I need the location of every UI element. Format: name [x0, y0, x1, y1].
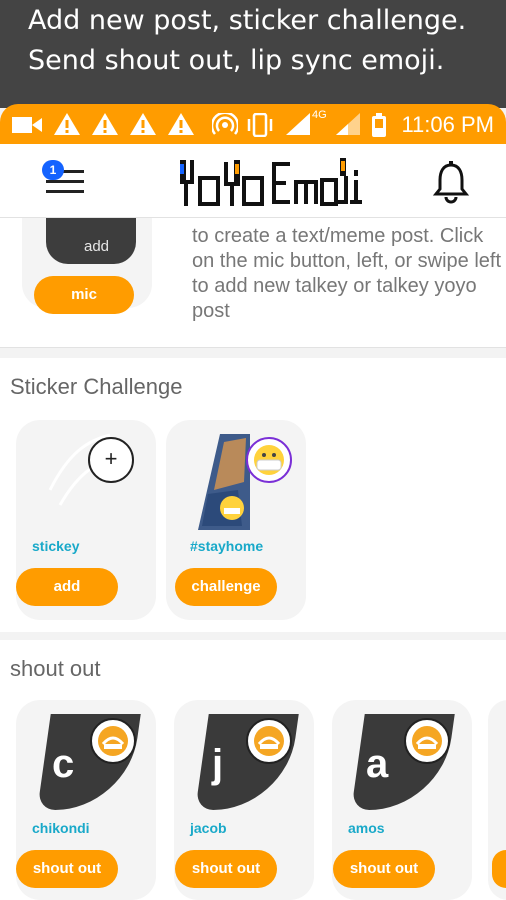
warning-icon — [54, 113, 80, 135]
shout-out-name: chikondi — [32, 820, 90, 836]
instructions-text: to create a text/meme post. Click on the… — [192, 225, 502, 322]
sticker-name: #stayhome — [190, 538, 264, 554]
stayhome-photo — [198, 434, 250, 530]
hotspot-icon — [212, 113, 238, 135]
signal-icon — [336, 113, 360, 135]
emoji-ring — [246, 718, 292, 764]
menu-line — [46, 190, 84, 193]
orange-emoji-icon — [412, 726, 442, 756]
avatar-letter: c — [52, 742, 75, 786]
mic-button[interactable]: mic — [34, 276, 134, 314]
shout-out-button-partial[interactable] — [492, 850, 506, 888]
status-time: 11:06 PM — [401, 112, 494, 137]
vibrate-icon — [247, 113, 273, 137]
shout-out-name: amos — [348, 820, 385, 836]
warning-icon — [92, 113, 118, 135]
avatar-letter: a — [366, 742, 389, 786]
warning-icon — [130, 113, 156, 135]
warning-icon — [168, 113, 194, 135]
caption-line-2: Send shout out, lip sync emoji. — [28, 45, 445, 76]
shout-out-title: shout out — [10, 656, 101, 681]
caption-banner: Add new post, sticker challenge. Send sh… — [0, 0, 506, 108]
yoyo-emoji-logo — [180, 158, 362, 206]
shout-out-button[interactable]: shout out — [175, 850, 277, 888]
add-sticker-icon[interactable]: + — [88, 437, 134, 483]
emoji-ring — [404, 718, 450, 764]
shout-out-button[interactable]: shout out — [333, 850, 435, 888]
network-type: 4G — [312, 109, 327, 121]
shout-out-button[interactable]: shout out — [16, 850, 118, 888]
shout-out-name: jacob — [190, 820, 227, 836]
menu-badge: 1 — [42, 160, 64, 180]
status-bar: 4G 11:06 PM — [0, 104, 506, 144]
challenge-emoji-ring — [246, 437, 292, 483]
orange-emoji-icon — [98, 726, 128, 756]
menu-line — [46, 180, 84, 183]
orange-emoji-icon — [254, 726, 284, 756]
sticker-name: stickey — [32, 538, 80, 554]
video-icon — [12, 117, 42, 133]
mask-emoji-icon — [254, 445, 284, 475]
new-post-card: add mic to create a text/meme post. Clic… — [0, 218, 506, 348]
sticker-add-button[interactable]: add — [16, 568, 118, 606]
sticker-challenge-title: Sticker Challenge — [10, 374, 183, 399]
add-post-label: add — [84, 238, 110, 255]
signal-icon — [286, 113, 310, 135]
avatar-letter: j — [212, 742, 224, 786]
app-bar: 1 — [0, 144, 506, 218]
caption-line-1: Add new post, sticker challenge. — [28, 5, 467, 36]
notification-bell-icon[interactable] — [432, 160, 470, 204]
battery-icon — [372, 113, 386, 137]
challenge-button[interactable]: challenge — [175, 568, 277, 606]
emoji-ring — [90, 718, 136, 764]
